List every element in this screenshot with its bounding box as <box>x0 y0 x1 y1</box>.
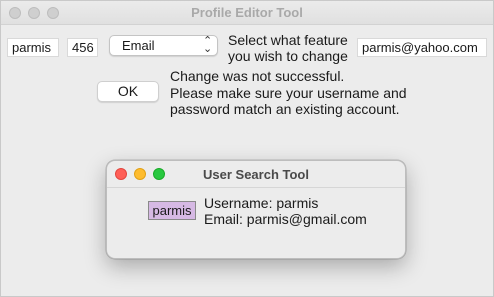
result-email: Email: parmis@gmail.com <box>204 211 367 227</box>
status-message-line2: Please make sure your username and <box>170 85 407 101</box>
username-input[interactable]: parmis <box>7 38 59 57</box>
dialog-title-bar: User Search Tool <box>107 161 405 188</box>
title-bar: Profile Editor Tool <box>1 1 493 25</box>
feature-prompt-line2: you wish to change <box>228 48 348 64</box>
result-username: Username: parmis <box>204 195 319 211</box>
ok-button[interactable]: OK <box>97 81 159 102</box>
status-message-line1: Change was not successful. <box>170 68 345 84</box>
chevron-up-down-icon: ⌃ ⌄ <box>203 35 213 55</box>
dialog-title: User Search Tool <box>203 167 309 182</box>
search-username-input[interactable]: parmis <box>148 201 196 220</box>
window-title: Profile Editor Tool <box>191 5 303 20</box>
status-message-line3: password match an existing account. <box>170 101 400 117</box>
password-input[interactable]: 456 <box>67 38 98 57</box>
new-value-input[interactable]: parmis@yahoo.com <box>357 38 487 57</box>
feature-prompt-line1: Select what feature <box>228 32 348 48</box>
user-search-dialog: User Search Tool parmis Username: parmis… <box>106 160 406 259</box>
feature-select-value: Email <box>122 38 155 53</box>
feature-select[interactable]: Email ⌃ ⌄ <box>109 35 218 56</box>
